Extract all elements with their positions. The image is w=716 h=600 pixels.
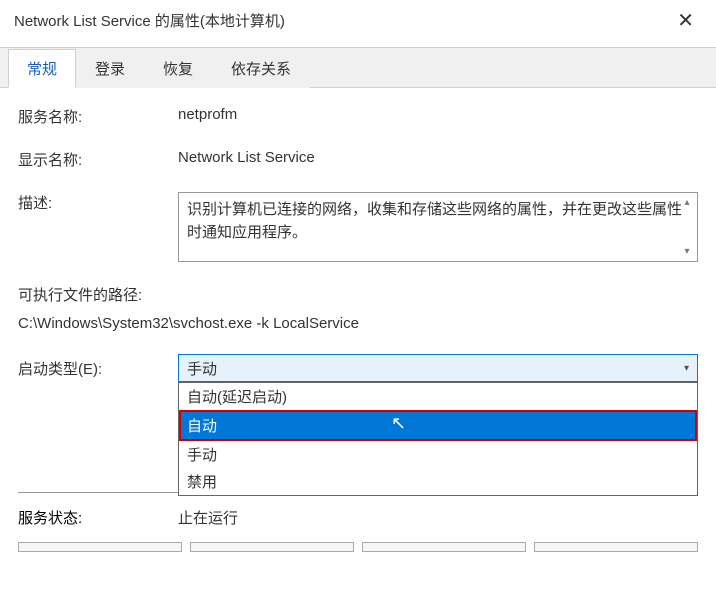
description-text: 识别计算机已连接的网络，收集和存储这些网络的属性，并在更改这些属性时通知应用程序…: [187, 201, 682, 241]
service-name-value: netprofm: [178, 106, 237, 127]
path-label: 可执行文件的路径:: [18, 284, 698, 305]
service-name-row: 服务名称: netprofm: [18, 106, 698, 127]
service-status-label: 服务状态:: [18, 507, 178, 528]
scroll-down-icon[interactable]: ▾: [684, 244, 689, 259]
stop-button[interactable]: [190, 542, 354, 552]
startup-option-disabled[interactable]: 禁用: [179, 468, 697, 495]
startup-option-auto-text: 自动: [187, 418, 217, 435]
description-box[interactable]: 识别计算机已连接的网络，收集和存储这些网络的属性，并在更改这些属性时通知应用程序…: [178, 192, 698, 262]
service-name-label: 服务名称:: [18, 106, 178, 127]
close-button[interactable]: ✕: [669, 8, 702, 33]
startup-type-selected-text: 手动: [187, 358, 217, 379]
chevron-down-icon: ▾: [684, 363, 689, 374]
startup-type-list: 自动(延迟启动) 自动 ↖ 手动 禁用: [178, 382, 698, 496]
tab-strip: 常规 登录 恢复 依存关系: [0, 47, 716, 88]
display-name-value: Network List Service: [178, 149, 315, 170]
pause-button[interactable]: [362, 542, 526, 552]
startup-option-auto[interactable]: 自动 ↖: [179, 410, 697, 441]
tab-general[interactable]: 常规: [8, 49, 76, 88]
tab-content: 服务名称: netprofm 显示名称: Network List Servic…: [0, 88, 716, 528]
startup-type-selected[interactable]: 手动 ▾: [178, 354, 698, 382]
resume-button[interactable]: [534, 542, 698, 552]
description-row: 描述: 识别计算机已连接的网络，收集和存储这些网络的属性，并在更改这些属性时通知…: [18, 192, 698, 262]
display-name-row: 显示名称: Network List Service: [18, 149, 698, 170]
tab-dependencies[interactable]: 依存关系: [212, 49, 310, 88]
startup-option-manual[interactable]: 手动: [179, 441, 697, 468]
window-title: Network List Service 的属性(本地计算机): [14, 10, 285, 31]
path-value: C:\Windows\System32\svchost.exe -k Local…: [18, 315, 698, 332]
description-label: 描述:: [18, 192, 178, 262]
startup-type-label: 启动类型(E):: [18, 358, 178, 379]
startup-option-auto-delayed[interactable]: 自动(延迟启动): [179, 383, 697, 410]
scroll-up-icon[interactable]: ▴: [684, 195, 689, 210]
startup-type-dropdown[interactable]: 手动 ▾ 自动(延迟启动) 自动 ↖ 手动 禁用: [178, 354, 698, 382]
titlebar: Network List Service 的属性(本地计算机) ✕: [0, 0, 716, 41]
action-button-row: [0, 542, 716, 552]
service-status-row: 服务状态: 止在运行: [18, 507, 698, 528]
description-scrollbar[interactable]: ▴ ▾: [679, 195, 695, 259]
display-name-label: 显示名称:: [18, 149, 178, 170]
tab-logon[interactable]: 登录: [76, 49, 144, 88]
start-button[interactable]: [18, 542, 182, 552]
service-status-value: 止在运行: [178, 507, 238, 528]
startup-type-row: 启动类型(E): 手动 ▾ 自动(延迟启动) 自动 ↖ 手动 禁用: [18, 354, 698, 382]
tab-recovery[interactable]: 恢复: [144, 49, 212, 88]
cursor-icon: ↖: [391, 413, 406, 434]
path-section: 可执行文件的路径: C:\Windows\System32\svchost.ex…: [18, 284, 698, 332]
